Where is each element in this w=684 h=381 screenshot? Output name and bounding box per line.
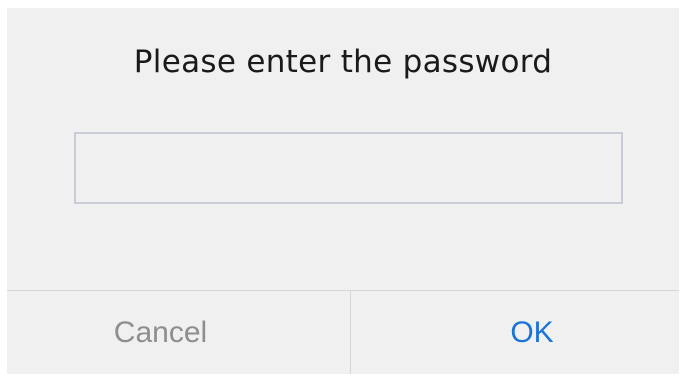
password-input[interactable] bbox=[74, 132, 623, 204]
dialog-title: Please enter the password bbox=[133, 44, 553, 80]
cancel-button[interactable]: Cancel bbox=[7, 291, 350, 374]
ok-button[interactable]: OK bbox=[351, 291, 679, 374]
password-dialog: Please enter the password Cancel OK bbox=[7, 8, 679, 374]
